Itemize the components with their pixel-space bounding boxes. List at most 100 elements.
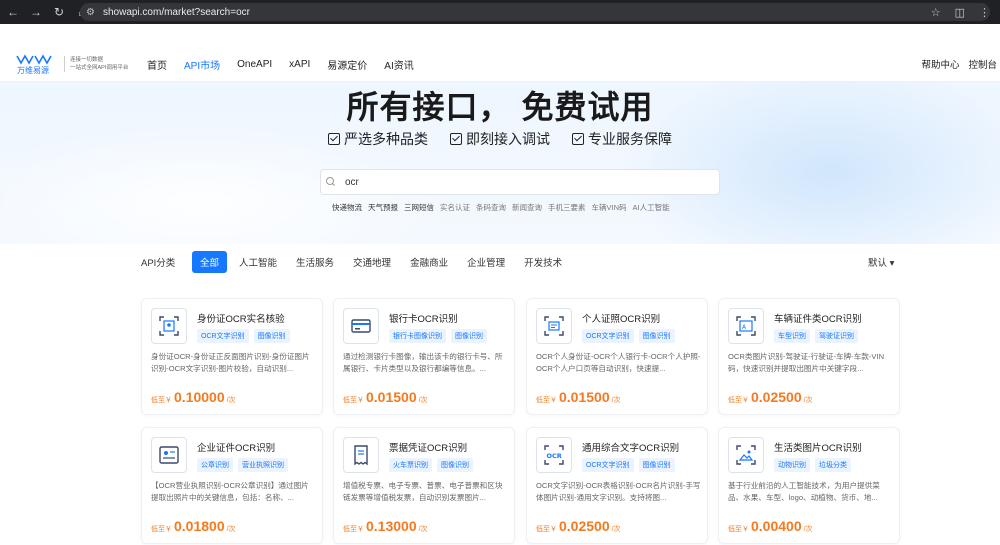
address-bar[interactable]: ⚙ showapi.com/market?search=ocr	[80, 3, 990, 21]
tab-transport[interactable]: 交通地理	[353, 255, 391, 269]
extensions-icon[interactable]: ◫	[955, 6, 965, 19]
card-tag[interactable]: 公章识别	[197, 458, 233, 472]
price-value: 0.02500	[751, 389, 802, 405]
menu-icon[interactable]: ⋮	[979, 6, 990, 19]
api-card[interactable]: 企业证件OCR识别 公章识别 营业执照识别 【OCR营业执照识别-OCR公章识别】…	[141, 427, 323, 544]
hot-tag[interactable]: 条码查询	[476, 202, 506, 213]
price-prefix: 低至￥	[151, 397, 172, 404]
bookmark-star-icon[interactable]: ☆	[931, 6, 941, 19]
hot-tag[interactable]: 天气预报	[368, 202, 398, 213]
feature-item: 严选多种品类	[328, 129, 428, 149]
tab-life[interactable]: 生活服务	[296, 255, 334, 269]
price-value: 0.10000	[174, 389, 225, 405]
search-input[interactable]	[345, 176, 705, 188]
console-link[interactable]: 控制台	[968, 57, 997, 71]
price-unit: /次	[226, 397, 236, 404]
feature-item: 即刻接入调试	[450, 129, 550, 149]
browser-toolbar: ← → ↻ ⌂ ⚙ showapi.com/market?search=ocr …	[0, 0, 1000, 24]
card-price: 低至￥ 0.13000/次	[343, 518, 428, 534]
id-card-scan-icon	[151, 308, 187, 344]
card-tag[interactable]: 图像识别	[451, 329, 487, 343]
card-tag[interactable]: 动物识别	[774, 458, 810, 472]
checkbox-icon	[328, 133, 340, 145]
forward-icon[interactable]: →	[26, 2, 46, 22]
card-tag[interactable]: 图像识别	[253, 329, 290, 343]
card-description: 增值税专票、电子专票、普票、电子普票和区块链发票等增值税发票，自动识别发票图片.…	[343, 481, 503, 502]
card-title: 生活类图片OCR识别	[774, 443, 862, 454]
card-tag[interactable]: 图像识别	[638, 458, 675, 472]
hot-tag[interactable]: 手机三要素	[548, 202, 586, 213]
api-card[interactable]: 票据凭证OCR识别 火车票识别 图像识别 增值税专票、电子专票、普票、电子普票和区…	[333, 427, 515, 544]
site-header: 万维易源 连接一切数据 一站式全网API调用平台 首页 API市场 OneAPI…	[0, 46, 1000, 82]
hero-title: 所有接口， 免费试用	[346, 89, 654, 125]
hot-tag[interactable]: 实名认证	[440, 202, 470, 213]
site-info-icon[interactable]: ⚙	[86, 7, 95, 18]
business-license-icon	[151, 437, 187, 473]
api-card[interactable]: 生活类图片OCR识别 动物识别 垃圾分类 基于行业前沿的人工智能技术，为用户提供菜…	[718, 427, 900, 544]
api-card[interactable]: A 车辆证件类OCR识别 车型识别 驾驶证识别 OCR类图片识别-驾驶证-行驶证-…	[718, 298, 900, 415]
tab-dev[interactable]: 开发技术	[524, 255, 562, 269]
card-tag[interactable]: 营业执照识别	[238, 458, 288, 472]
hot-tag[interactable]: AI人工智能	[633, 202, 670, 213]
price-prefix: 低至￥	[343, 526, 364, 533]
hero-features: 严选多种品类 即刻接入调试 专业服务保障	[0, 129, 1000, 149]
card-tag[interactable]: 车型识别	[774, 329, 810, 343]
sort-label: 默认	[868, 258, 888, 269]
price-value: 0.13000	[366, 518, 417, 534]
card-title: 银行卡OCR识别	[389, 314, 458, 325]
hot-tag[interactable]: 三网短信	[404, 202, 434, 213]
nav-xapi[interactable]: xAPI	[289, 59, 310, 70]
hot-tag[interactable]: 快递物流	[332, 202, 362, 213]
feature-item: 专业服务保障	[572, 129, 672, 149]
logo-tagline-2: 一站式全网API调用平台	[70, 65, 129, 71]
card-tag[interactable]: 银行卡图像识别	[389, 329, 446, 343]
price-value: 0.00400	[751, 518, 802, 534]
nav-oneapi[interactable]: OneAPI	[237, 59, 272, 70]
card-tag[interactable]: OCR文字识别	[197, 329, 249, 343]
image-landscape-icon	[728, 437, 764, 473]
tab-enterprise[interactable]: 企业管理	[467, 255, 505, 269]
site-logo[interactable]: 万维易源 连接一切数据 一站式全网API调用平台	[16, 53, 128, 75]
reload-icon[interactable]: ↻	[49, 2, 69, 22]
nav-api-market[interactable]: API市场	[184, 57, 220, 72]
api-card[interactable]: 个人证照OCR识别 OCR文字识别 图像识别 OCR个人身份证-OCR个人银行卡-…	[526, 298, 708, 415]
card-description: OCR个人身份证-OCR个人银行卡-OCR个人护照-OCR个人户口页等自动识别，…	[536, 352, 701, 373]
tab-finance[interactable]: 金融商业	[410, 255, 448, 269]
price-value: 0.01500	[366, 389, 417, 405]
category-filter-bar: API分类 全部 人工智能 生活服务 交通地理 金融商业 企业管理 开发技术 默…	[0, 250, 1000, 273]
tab-all[interactable]: 全部	[192, 251, 228, 273]
price-unit: /次	[611, 526, 621, 533]
nav-home[interactable]: 首页	[147, 57, 167, 72]
card-tag[interactable]: 火车票识别	[389, 458, 432, 472]
card-tag[interactable]: 图像识别	[437, 458, 473, 472]
back-icon[interactable]: ←	[3, 2, 23, 22]
hot-tag[interactable]: 新闻查询	[512, 202, 542, 213]
card-tag[interactable]: OCR文字识别	[582, 458, 634, 472]
api-card[interactable]: 银行卡OCR识别 银行卡图像识别 图像识别 通过检测银行卡图像，输出该卡的银行卡号…	[333, 298, 515, 415]
api-search-box[interactable]	[320, 169, 720, 195]
card-title: 票据凭证OCR识别	[389, 443, 468, 454]
url-text: showapi.com/market?search=ocr	[102, 6, 250, 18]
api-card[interactable]: 身份证OCR实名核验 OCR文字识别 图像识别 身份证OCR-身份证正反面图片识别…	[141, 298, 323, 415]
card-tag[interactable]: OCR文字识别	[582, 329, 634, 343]
card-tag[interactable]: 垃圾分类	[815, 458, 851, 472]
price-prefix: 低至￥	[343, 397, 364, 404]
logo-tagline-1: 连接一切数据	[70, 57, 104, 63]
logo-tagline: 连接一切数据 一站式全网API调用平台	[64, 56, 128, 72]
card-tag[interactable]: 图像识别	[638, 329, 675, 343]
search-icon	[325, 176, 337, 188]
price-prefix: 低至￥	[728, 526, 749, 533]
hot-tag[interactable]: 车辆VIN码	[592, 202, 627, 213]
nav-pricing[interactable]: 易源定价	[327, 57, 367, 72]
main-nav: 首页 API市场 OneAPI xAPI 易源定价 AI资讯	[147, 46, 431, 82]
help-center-link[interactable]: 帮助中心	[921, 57, 959, 71]
sort-dropdown[interactable]: 默认 ▾	[868, 255, 894, 269]
card-tag[interactable]: 驾驶证识别	[815, 329, 858, 343]
card-price: 低至￥ 0.01800/次	[151, 518, 236, 534]
card-price: 低至￥ 0.02500/次	[728, 389, 813, 405]
api-card[interactable]: OCR 通用综合文字OCR识别 OCR文字识别 图像识别 OCR文字识别-OCR表…	[526, 427, 708, 544]
card-title: 个人证照OCR识别	[582, 314, 661, 325]
nav-ai-news[interactable]: AI资讯	[384, 57, 413, 72]
tab-ai[interactable]: 人工智能	[239, 255, 277, 269]
price-prefix: 低至￥	[728, 397, 749, 404]
